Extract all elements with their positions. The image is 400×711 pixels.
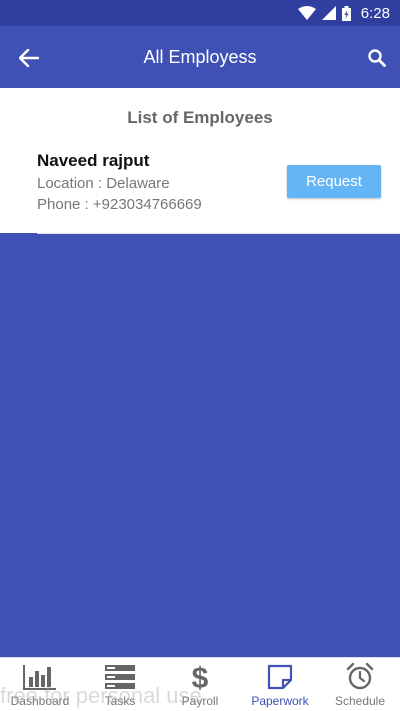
employee-list-panel: List of Employees Naveed rajput Location… — [0, 88, 400, 234]
bottom-nav: Dashboard Tasks $ Payroll Paperwork Sche… — [0, 657, 400, 711]
bar-chart-icon — [22, 662, 58, 692]
nav-label: Tasks — [104, 694, 136, 708]
nav-label: Schedule — [334, 694, 386, 708]
nav-label: Dashboard — [10, 694, 70, 708]
nav-item-dashboard[interactable]: Dashboard — [0, 658, 80, 711]
request-button[interactable]: Request — [287, 165, 381, 198]
nav-label: Paperwork — [251, 694, 309, 708]
status-bar: 6:28 — [0, 0, 400, 26]
tasks-icon — [104, 662, 136, 692]
nav-label: Payroll — [181, 694, 219, 708]
nav-item-payroll[interactable]: $ Payroll — [160, 658, 240, 711]
nav-item-tasks[interactable]: Tasks — [80, 658, 160, 711]
employee-name: Naveed rajput — [37, 151, 150, 170]
signal-icon — [321, 6, 336, 20]
nav-item-paperwork[interactable]: Paperwork — [240, 658, 320, 711]
employee-phone: Phone : +923034766669 — [37, 196, 202, 213]
status-time: 6:28 — [360, 4, 390, 22]
note-icon — [266, 662, 294, 692]
employee-location: Location : Delaware — [37, 175, 170, 192]
wifi-icon — [297, 6, 316, 20]
app-bar: All Employess — [0, 26, 400, 88]
dollar-icon: $ — [189, 662, 211, 692]
page-title: All Employess — [143, 46, 257, 67]
nav-item-schedule[interactable]: Schedule — [320, 658, 400, 711]
list-title: List of Employees — [127, 108, 273, 127]
search-icon[interactable] — [364, 45, 390, 71]
battery-icon — [341, 5, 351, 21]
divider — [37, 233, 400, 234]
list-item: Naveed rajput Location : Delaware Phone … — [0, 146, 400, 234]
svg-text:$: $ — [192, 662, 209, 692]
alarm-clock-icon — [345, 662, 375, 692]
